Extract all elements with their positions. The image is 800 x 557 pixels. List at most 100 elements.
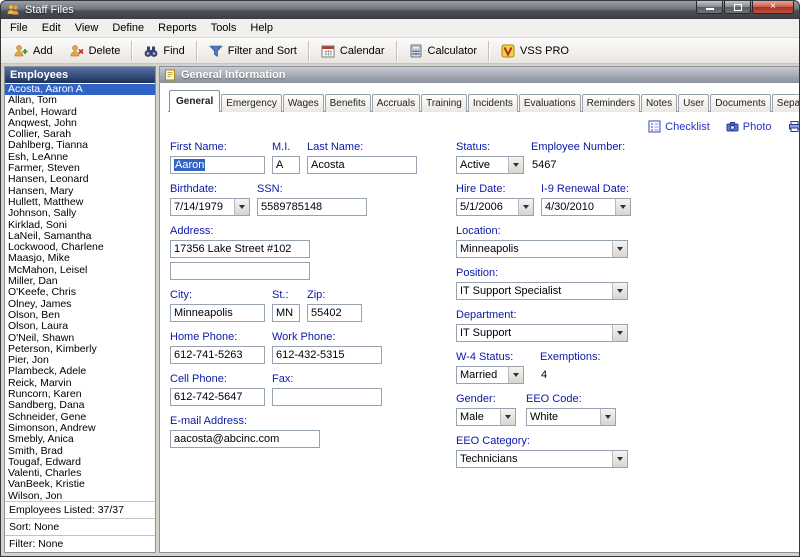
department-dropdown[interactable]: IT Support xyxy=(456,324,628,342)
employee-list-item[interactable]: Hansen, Leonard xyxy=(5,174,155,186)
menu-item[interactable]: Tools xyxy=(204,19,244,37)
tab-item[interactable]: Accruals xyxy=(371,94,421,112)
chevron-down-icon xyxy=(612,241,627,257)
hire-date-dropdown[interactable]: 5/1/2006 xyxy=(456,198,534,216)
chevron-down-icon xyxy=(518,199,533,215)
delete-button[interactable]: Delete xyxy=(61,40,129,62)
last-name-input[interactable] xyxy=(307,156,417,174)
vss-pro-button[interactable]: VSS PRO xyxy=(492,40,577,62)
add-person-icon xyxy=(13,43,29,59)
chevron-down-icon xyxy=(234,199,249,215)
position-dropdown[interactable]: IT Support Specialist xyxy=(456,282,628,300)
maximize-button[interactable] xyxy=(724,1,751,14)
checklist-link[interactable]: Checklist xyxy=(648,120,710,133)
minimize-button[interactable] xyxy=(696,1,723,14)
employee-list-item[interactable]: Allan, Tom xyxy=(5,94,155,106)
tab-item[interactable]: Training xyxy=(421,94,467,112)
eeo-code-dropdown[interactable]: White xyxy=(526,408,616,426)
tab-item[interactable]: Notes xyxy=(640,94,678,112)
menu-item[interactable]: View xyxy=(68,19,106,37)
w4-status-dropdown[interactable]: Married xyxy=(456,366,524,384)
gender-label: Gender: xyxy=(456,393,496,405)
ssn-label: SSN: xyxy=(257,183,283,195)
title-bar[interactable]: Staff Files × xyxy=(1,1,799,19)
tab-item[interactable]: Documents xyxy=(710,94,771,112)
employee-list-footer: Employees Listed: 37/37 Sort: None Filte… xyxy=(5,501,155,552)
exemptions-label: Exemptions: xyxy=(540,351,601,363)
email-input[interactable] xyxy=(170,430,320,448)
state-input[interactable] xyxy=(272,304,300,322)
menu-item[interactable]: Edit xyxy=(35,19,68,37)
filter-icon xyxy=(208,43,224,59)
first-name-input[interactable]: Aaron xyxy=(170,156,265,174)
i9-renewal-date-label: I-9 Renewal Date: xyxy=(541,183,630,195)
birthdate-dropdown[interactable]: 7/14/1979 xyxy=(170,198,250,216)
location-label: Location: xyxy=(456,225,501,237)
find-button[interactable]: Find xyxy=(135,40,192,62)
tab-item[interactable]: Benefits xyxy=(324,94,371,112)
home-phone-label: Home Phone: xyxy=(170,331,238,343)
panel-title: General Information xyxy=(181,69,286,81)
ssn-input[interactable] xyxy=(257,198,367,216)
tab-item[interactable]: Incidents xyxy=(467,94,518,112)
tab-item[interactable]: Reminders xyxy=(581,94,640,112)
employee-list-item[interactable]: Sandberg, Dana xyxy=(5,400,155,412)
camera-icon xyxy=(726,120,739,133)
add-button[interactable]: Add xyxy=(5,40,61,62)
general-form: First Name: Aaron M.I. Last Name: xyxy=(168,137,799,477)
state-label: St.: xyxy=(272,289,289,301)
eeo-category-dropdown[interactable]: Technicians xyxy=(456,450,628,468)
calculator-icon xyxy=(408,43,424,59)
filter-and-sort-button[interactable]: Filter and Sort xyxy=(200,40,305,62)
fax-input[interactable] xyxy=(272,388,382,406)
menu-item[interactable]: Help xyxy=(243,19,280,37)
hire-date-label: Hire Date: xyxy=(456,183,506,195)
action-links: Checklist Photo Print xyxy=(172,120,799,133)
status-dropdown[interactable]: Active xyxy=(456,156,524,174)
chevron-down-icon xyxy=(508,157,523,173)
delete-person-icon xyxy=(69,43,85,59)
zip-label: Zip: xyxy=(307,289,326,301)
close-button[interactable]: × xyxy=(752,1,794,14)
address-line2-input[interactable] xyxy=(170,262,310,280)
employee-list-item[interactable]: VanBeek, Kristie xyxy=(5,479,155,491)
toolbar-separator xyxy=(395,40,397,61)
chevron-down-icon xyxy=(615,199,630,215)
toolbar-separator xyxy=(488,40,490,61)
gender-dropdown[interactable]: Male xyxy=(456,408,516,426)
employees-panel-header: Employees xyxy=(5,67,155,83)
binoculars-icon xyxy=(143,43,159,59)
employee-list-item[interactable]: Olson, Laura xyxy=(5,320,155,332)
mi-input[interactable] xyxy=(272,156,300,174)
tab-item[interactable]: User xyxy=(678,94,710,112)
i9-renewal-date-dropdown[interactable]: 4/30/2010 xyxy=(541,198,631,216)
photo-link[interactable]: Photo xyxy=(726,120,772,133)
employee-list-item[interactable]: Wilson, Jon xyxy=(5,490,155,501)
employee-list-item[interactable]: Johnson, Sally xyxy=(5,207,155,219)
home-phone-input[interactable] xyxy=(170,346,265,364)
tab-item[interactable]: General xyxy=(169,90,221,112)
city-input[interactable] xyxy=(170,304,265,322)
location-dropdown[interactable]: Minneapolis xyxy=(456,240,628,258)
address-input[interactable] xyxy=(170,240,310,258)
menu-item[interactable]: Define xyxy=(105,19,151,37)
printer-icon xyxy=(788,120,799,133)
calculator-button[interactable]: Calculator xyxy=(400,40,486,62)
menu-item[interactable]: Reports xyxy=(151,19,204,37)
cell-phone-input[interactable] xyxy=(170,388,265,406)
tab-item[interactable]: Wages xyxy=(282,94,324,112)
tab-item[interactable]: Separation xyxy=(771,94,799,112)
tab-item[interactable]: Evaluations xyxy=(518,94,581,112)
chevron-down-icon xyxy=(612,283,627,299)
print-link[interactable]: Print xyxy=(788,120,799,133)
zip-input[interactable] xyxy=(307,304,362,322)
app-window: Staff Files × File Edit View Define Reports T… xyxy=(0,0,800,557)
employee-list-item[interactable]: Smebly, Anica xyxy=(5,433,155,445)
maximize-icon xyxy=(733,3,742,11)
calendar-button[interactable]: Calendar xyxy=(312,40,393,62)
employee-list-item[interactable]: O'Keefe, Chris xyxy=(5,287,155,299)
menu-item[interactable]: File xyxy=(3,19,35,37)
tab-item[interactable]: Emergency xyxy=(221,94,282,112)
address-label: Address: xyxy=(170,225,214,237)
work-phone-input[interactable] xyxy=(272,346,382,364)
